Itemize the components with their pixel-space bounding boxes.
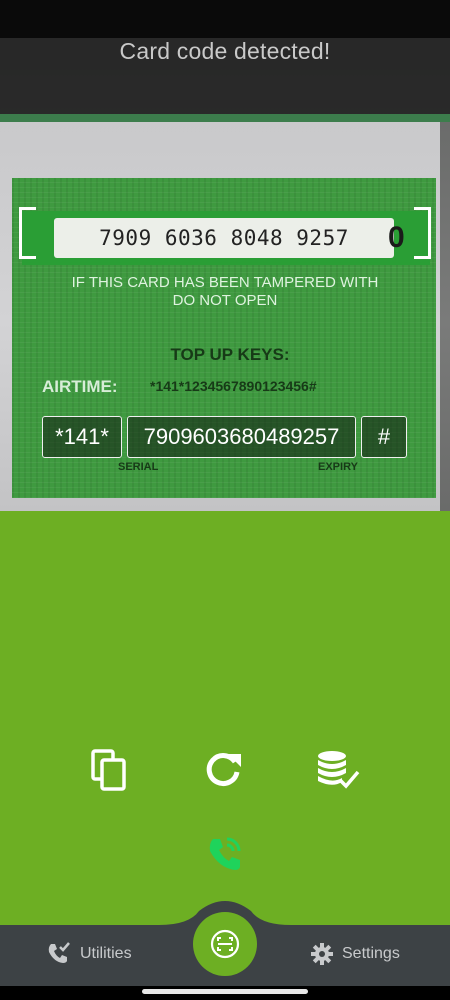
nav-settings-label: Settings bbox=[342, 945, 400, 962]
scan-bracket-right bbox=[414, 207, 431, 259]
ussd-prefix-field[interactable]: *141* bbox=[42, 416, 122, 458]
database-check-icon bbox=[318, 751, 360, 789]
refresh-icon bbox=[206, 753, 241, 787]
detected-code: 7909 6036 8048 9257 bbox=[54, 218, 394, 258]
scan-icon bbox=[210, 929, 240, 959]
home-indicator[interactable] bbox=[142, 989, 308, 994]
copy-icon bbox=[91, 749, 126, 791]
phone-check-icon bbox=[48, 942, 70, 963]
gear-icon bbox=[311, 943, 333, 965]
nav-settings[interactable]: Settings bbox=[310, 925, 400, 983]
save-to-database-button[interactable] bbox=[312, 745, 362, 795]
phone-call-icon bbox=[209, 837, 241, 870]
nav-utilities[interactable]: Utilities bbox=[46, 925, 132, 983]
ussd-suffix-field[interactable]: # bbox=[361, 416, 407, 458]
card-warning-2: DO NOT OPEN bbox=[172, 292, 278, 309]
card-expiry-label: EXPIRY bbox=[318, 461, 358, 473]
card-airtime-code: *141*1234567890123456# bbox=[150, 378, 317, 394]
card-warning: IF THIS CARD HAS BEEN TAMPERED WITH bbox=[71, 274, 379, 291]
card-serial-label: SERIAL bbox=[118, 461, 159, 473]
system-status-bar bbox=[0, 0, 450, 38]
copy-button[interactable] bbox=[84, 745, 134, 795]
ussd-number-field[interactable]: 7909603680489257 bbox=[127, 416, 356, 458]
scan-bracket-left bbox=[19, 207, 36, 259]
refresh-button[interactable] bbox=[198, 745, 248, 795]
detection-status: Card code detected! bbox=[119, 38, 331, 64]
card-heading: TOP UP KEYS: bbox=[170, 345, 290, 364]
scan-button[interactable] bbox=[193, 912, 257, 976]
nav-utilities-label: Utilities bbox=[80, 945, 132, 962]
dial-ussd-button[interactable] bbox=[200, 828, 250, 878]
card-airtime-label: AIRTIME: bbox=[42, 377, 118, 396]
